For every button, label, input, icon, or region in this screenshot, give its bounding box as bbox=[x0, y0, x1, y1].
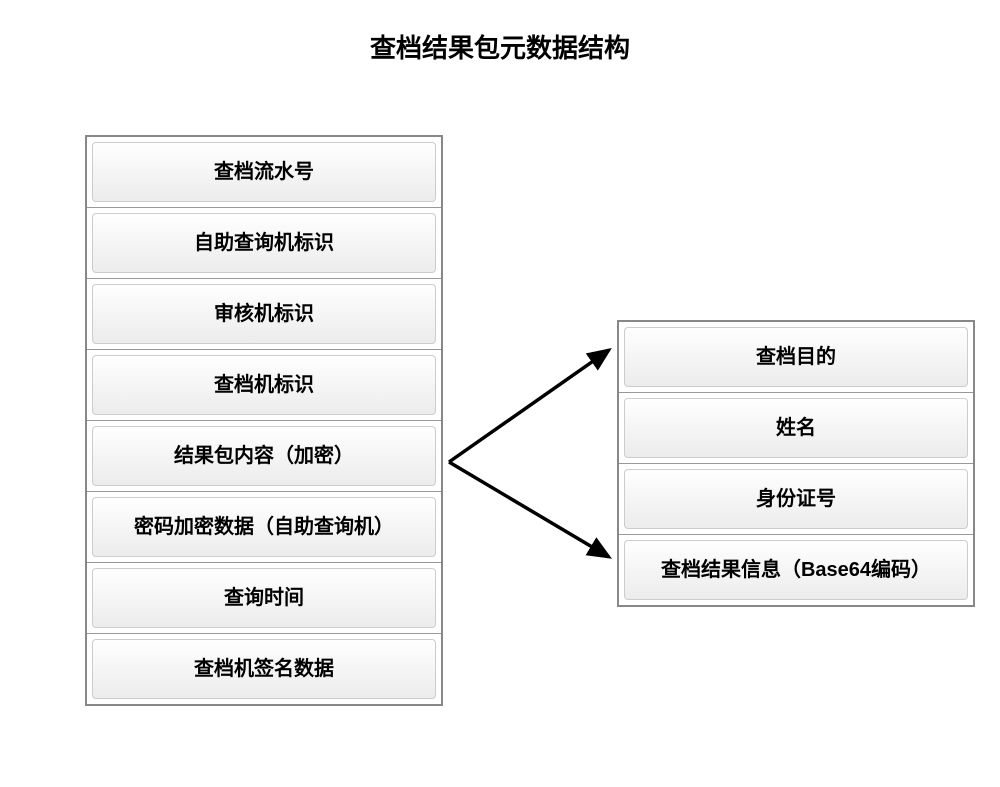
cell-result-content: 结果包内容（加密） bbox=[92, 426, 436, 486]
table-row: 查档机标识 bbox=[87, 350, 441, 421]
cell-serial-number: 查档流水号 bbox=[92, 142, 436, 202]
table-row: 自助查询机标识 bbox=[87, 208, 441, 279]
table-row: 查档机签名数据 bbox=[87, 634, 441, 704]
cell-result-info: 查档结果信息（Base64编码） bbox=[624, 540, 968, 600]
table-row: 身份证号 bbox=[619, 464, 973, 535]
cell-purpose: 查档目的 bbox=[624, 327, 968, 387]
connector-arrows bbox=[443, 332, 618, 582]
table-row: 查档目的 bbox=[619, 322, 973, 393]
table-row: 姓名 bbox=[619, 393, 973, 464]
table-row: 审核机标识 bbox=[87, 279, 441, 350]
cell-query-time: 查询时间 bbox=[92, 568, 436, 628]
diagram-container: 查档流水号 自助查询机标识 审核机标识 查档机标识 结果包内容（加密） 密码加密… bbox=[0, 0, 1000, 787]
right-table: 查档目的 姓名 身份证号 查档结果信息（Base64编码） bbox=[617, 320, 975, 607]
table-row: 密码加密数据（自助查询机） bbox=[87, 492, 441, 563]
table-row: 结果包内容（加密） bbox=[87, 421, 441, 492]
cell-encrypted-data: 密码加密数据（自助查询机） bbox=[92, 497, 436, 557]
table-row: 查档结果信息（Base64编码） bbox=[619, 535, 973, 605]
cell-name: 姓名 bbox=[624, 398, 968, 458]
table-row: 查询时间 bbox=[87, 563, 441, 634]
table-row: 查档流水号 bbox=[87, 137, 441, 208]
left-table: 查档流水号 自助查询机标识 审核机标识 查档机标识 结果包内容（加密） 密码加密… bbox=[85, 135, 443, 706]
cell-signature: 查档机签名数据 bbox=[92, 639, 436, 699]
cell-audit-id: 审核机标识 bbox=[92, 284, 436, 344]
arrow-top bbox=[449, 350, 609, 462]
cell-kiosk-id: 自助查询机标识 bbox=[92, 213, 436, 273]
cell-archive-id: 查档机标识 bbox=[92, 355, 436, 415]
arrow-bottom bbox=[449, 462, 609, 557]
cell-id-number: 身份证号 bbox=[624, 469, 968, 529]
